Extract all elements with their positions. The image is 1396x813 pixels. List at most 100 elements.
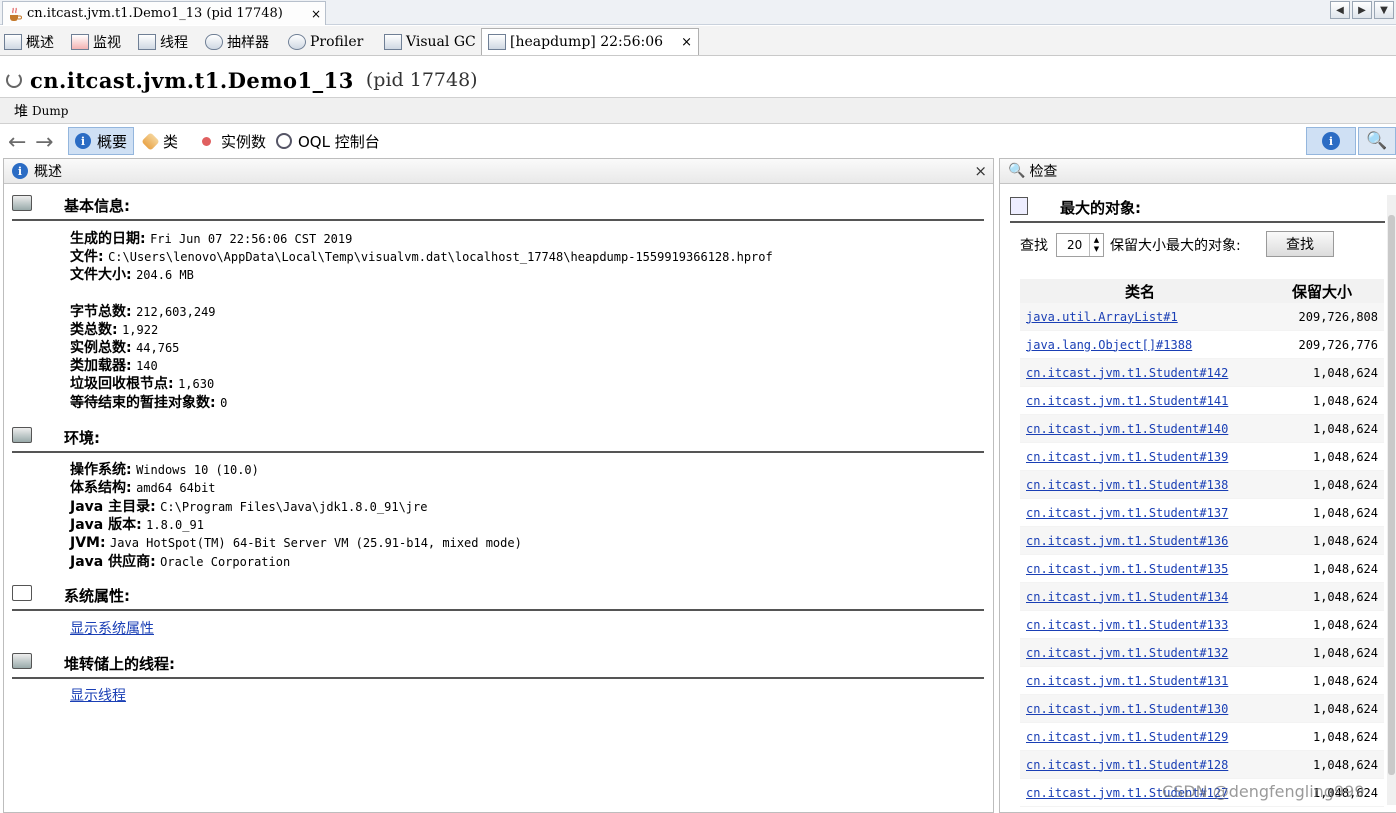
info-icon: i	[1322, 132, 1340, 150]
object-link[interactable]: cn.itcast.jvm.t1.Student#131	[1020, 674, 1260, 688]
table-header: 类名 保留大小	[1020, 279, 1384, 303]
object-link[interactable]: cn.itcast.jvm.t1.Student#138	[1020, 478, 1260, 492]
retained-size-label: 保留大小最大的对象:	[1110, 238, 1241, 254]
inspect-toggle-button[interactable]: 🔍	[1358, 127, 1396, 155]
table-row[interactable]: cn.itcast.jvm.t1.Student#133 1,048,624	[1020, 611, 1384, 639]
object-link[interactable]: java.util.ArrayList#1	[1020, 310, 1260, 324]
heap-dump-label-bar: 堆 Dump	[0, 97, 1396, 124]
table-row[interactable]: cn.itcast.jvm.t1.Student#129 1,048,624	[1020, 723, 1384, 751]
tab-threads-label: 线程	[160, 35, 188, 51]
close-icon[interactable]: ×	[311, 7, 321, 21]
close-icon[interactable]: ×	[974, 162, 987, 180]
largest-objects-title: 最大的对象:	[1060, 199, 1141, 217]
back-arrow-icon[interactable]: ←	[8, 130, 26, 155]
object-link[interactable]: cn.itcast.jvm.t1.Student#139	[1020, 450, 1260, 464]
search-icon: 🔍	[1008, 163, 1026, 179]
retained-size-value: 1,048,624	[1312, 533, 1378, 548]
scroll-right-button[interactable]: ▶	[1352, 1, 1372, 19]
table-row[interactable]: cn.itcast.jvm.t1.Student#136 1,048,624	[1020, 527, 1384, 555]
close-icon[interactable]: ×	[681, 35, 692, 50]
object-link[interactable]: cn.itcast.jvm.t1.Student#129	[1020, 730, 1260, 744]
retained-size-value: 1,048,624	[1312, 477, 1378, 492]
tab-sampler-label: 抽样器	[227, 35, 269, 51]
document-tab-title: cn.itcast.jvm.t1.Demo1_13 (pid 17748)	[27, 6, 283, 21]
object-link[interactable]: cn.itcast.jvm.t1.Student#142	[1020, 366, 1260, 380]
class-loaders-row: 类加载器: 140	[70, 358, 158, 374]
column-class-name[interactable]: 类名	[1020, 281, 1260, 302]
table-row[interactable]: java.util.ArrayList#1 209,726,808	[1020, 303, 1384, 331]
watermark: CSDN @dengfengling999	[1162, 782, 1365, 801]
column-retained-size[interactable]: 保留大小	[1260, 281, 1384, 302]
object-link[interactable]: cn.itcast.jvm.t1.Student#136	[1020, 534, 1260, 548]
retained-size-value: 1,048,624	[1312, 589, 1378, 604]
table-row[interactable]: cn.itcast.jvm.t1.Student#128 1,048,624	[1020, 751, 1384, 779]
tab-threads[interactable]: 线程	[138, 30, 188, 54]
application-name: cn.itcast.jvm.t1.Demo1_13	[30, 67, 354, 93]
largest-objects-table: 类名 保留大小 java.util.ArrayList#1 209,726,808…	[1020, 279, 1384, 807]
show-system-properties-link[interactable]: 显示系统属性	[70, 620, 154, 638]
profiler-clock-icon	[288, 34, 306, 50]
object-link[interactable]: cn.itcast.jvm.t1.Student#137	[1020, 506, 1260, 520]
scroll-left-button[interactable]: ◀	[1330, 1, 1350, 19]
scrollbar-thumb[interactable]	[1388, 215, 1395, 775]
table-row[interactable]: cn.itcast.jvm.t1.Student#139 1,048,624	[1020, 443, 1384, 471]
oql-label: OQL 控制台	[298, 132, 380, 151]
count-spinner[interactable]: 20 ▲ ▼	[1056, 233, 1104, 257]
find-row: 查找 20 ▲ ▼ 保留大小最大的对象:	[1020, 231, 1241, 259]
java-vendor-row: Java 供应商: Oracle Corporation	[70, 554, 291, 570]
object-link[interactable]: cn.itcast.jvm.t1.Student#141	[1020, 394, 1260, 408]
table-row[interactable]: cn.itcast.jvm.t1.Student#135 1,048,624	[1020, 555, 1384, 583]
table-row[interactable]: cn.itcast.jvm.t1.Student#141 1,048,624	[1020, 387, 1384, 415]
vertical-scrollbar[interactable]	[1387, 195, 1396, 805]
tab-profiler[interactable]: Profiler	[288, 30, 363, 54]
retained-size-value: 209,726,808	[1298, 309, 1378, 324]
object-link[interactable]: java.lang.Object[]#1388	[1020, 338, 1260, 352]
tab-monitor[interactable]: 监视	[71, 30, 121, 54]
inspect-pane-title: 检查	[1029, 164, 1058, 180]
tab-visual-gc[interactable]: Visual GC	[384, 30, 476, 54]
object-link[interactable]: cn.itcast.jvm.t1.Student#134	[1020, 590, 1260, 604]
info-icon: i	[75, 133, 91, 149]
summary-button[interactable]: i 概要	[68, 127, 135, 155]
tab-visual-gc-label: Visual GC	[406, 34, 476, 50]
class-icon	[141, 131, 160, 151]
object-link[interactable]: cn.itcast.jvm.t1.Student#140	[1020, 422, 1260, 436]
instances-button[interactable]: 实例数	[192, 127, 272, 155]
retained-size-value: 1,048,624	[1312, 729, 1378, 744]
object-link[interactable]: cn.itcast.jvm.t1.Student#135	[1020, 562, 1260, 576]
spinner-arrows-icon[interactable]: ▲ ▼	[1089, 234, 1103, 256]
table-row[interactable]: cn.itcast.jvm.t1.Student#130 1,048,624	[1020, 695, 1384, 723]
tab-heapdump[interactable]: [heapdump] 22:56:06 ×	[481, 28, 699, 55]
object-link[interactable]: cn.itcast.jvm.t1.Student#128	[1020, 758, 1260, 772]
table-row[interactable]: cn.itcast.jvm.t1.Student#132 1,048,624	[1020, 639, 1384, 667]
environment-title: 环境:	[64, 429, 100, 447]
java-version-row: Java 版本: 1.8.0_91	[70, 517, 204, 533]
table-row[interactable]: cn.itcast.jvm.t1.Student#134 1,048,624	[1020, 583, 1384, 611]
heap-label-suffix: Dump	[32, 103, 69, 118]
table-row[interactable]: cn.itcast.jvm.t1.Student#131 1,048,624	[1020, 667, 1384, 695]
table-row[interactable]: cn.itcast.jvm.t1.Student#138 1,048,624	[1020, 471, 1384, 499]
retained-size-value: 209,726,776	[1298, 337, 1378, 352]
tab-list-dropdown-button[interactable]: ▼	[1374, 1, 1394, 19]
classes-button[interactable]: 类	[138, 127, 184, 155]
oql-icon	[276, 133, 292, 149]
table-row[interactable]: java.lang.Object[]#1388 209,726,776	[1020, 331, 1384, 359]
forward-arrow-icon[interactable]: →	[35, 130, 53, 155]
oql-console-button[interactable]: OQL 控制台	[270, 127, 386, 155]
table-row[interactable]: cn.itcast.jvm.t1.Student#137 1,048,624	[1020, 499, 1384, 527]
table-row[interactable]: cn.itcast.jvm.t1.Student#140 1,048,624	[1020, 415, 1384, 443]
retained-size-value: 1,048,624	[1312, 701, 1378, 716]
object-link[interactable]: cn.itcast.jvm.t1.Student#130	[1020, 702, 1260, 716]
object-link[interactable]: cn.itcast.jvm.t1.Student#133	[1020, 618, 1260, 632]
tab-overview[interactable]: 概述	[4, 30, 54, 54]
page-title: cn.itcast.jvm.t1.Demo1_13 (pid 17748)	[6, 64, 478, 96]
heapdump-icon	[488, 34, 506, 50]
document-tab[interactable]: cn.itcast.jvm.t1.Demo1_13 (pid 17748) ×	[2, 1, 326, 25]
tab-sampler[interactable]: 抽样器	[205, 30, 269, 54]
show-threads-link[interactable]: 显示线程	[70, 687, 126, 705]
find-button[interactable]: 查找	[1266, 231, 1334, 257]
table-row[interactable]: cn.itcast.jvm.t1.Student#142 1,048,624	[1020, 359, 1384, 387]
info-toggle-button[interactable]: i	[1306, 127, 1356, 155]
object-link[interactable]: cn.itcast.jvm.t1.Student#132	[1020, 646, 1260, 660]
retained-size-value: 1,048,624	[1312, 561, 1378, 576]
